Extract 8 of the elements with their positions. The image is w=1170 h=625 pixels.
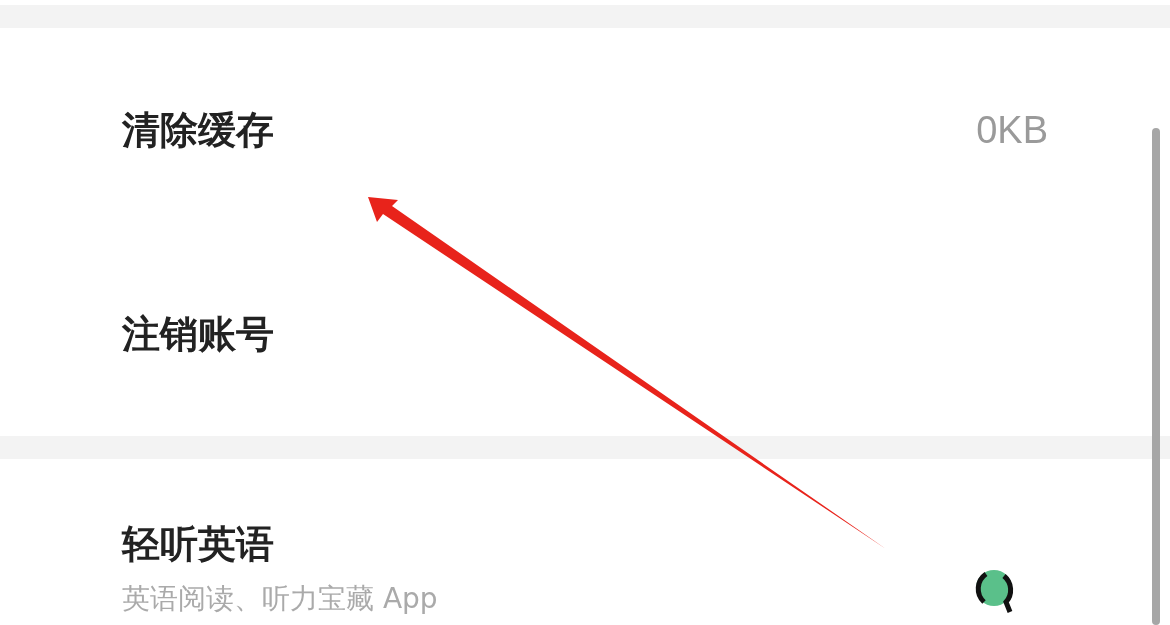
scrollbar[interactable]	[1152, 128, 1160, 625]
app-title: 轻听英语	[122, 521, 275, 568]
settings-row[interactable]: 清除缓存 0KB	[0, 28, 1170, 232]
settings-row[interactable]: 注销账号	[0, 232, 1170, 436]
setting-label: 清除缓存	[122, 106, 274, 154]
app-subtitle: 英语阅读、听力宝藏 App	[122, 581, 438, 617]
setting-value: 0KB	[976, 108, 1048, 152]
setting-label: 注销账号	[122, 310, 274, 358]
